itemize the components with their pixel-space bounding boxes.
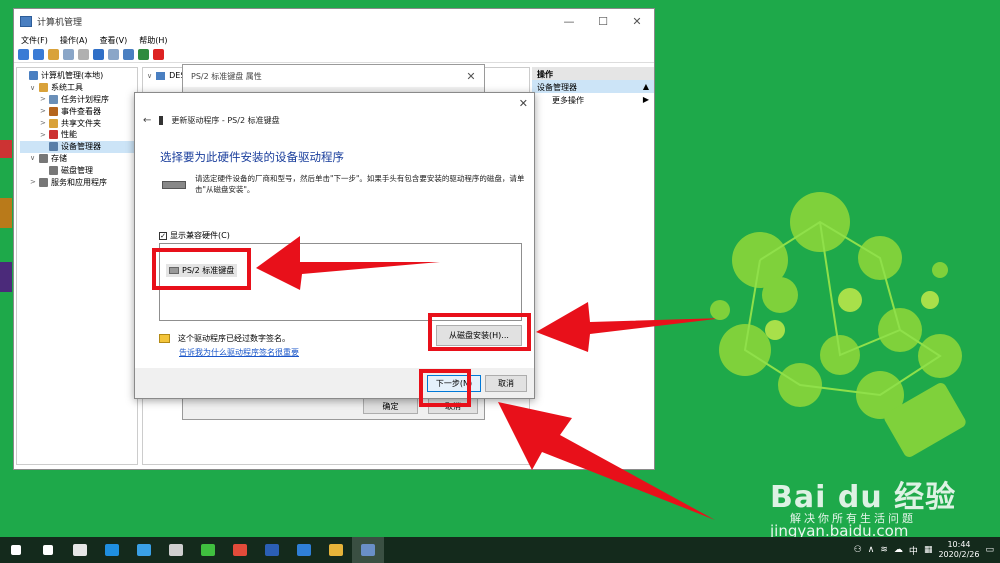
app-box-icon — [169, 544, 183, 556]
wechat-icon — [201, 544, 215, 556]
cloud-icon[interactable]: ☁ — [894, 545, 903, 555]
taskbar-button[interactable] — [160, 537, 192, 563]
network-icon[interactable]: ≋ — [880, 545, 888, 555]
taskbar-button[interactable] — [256, 537, 288, 563]
taskbar: ⚇ ∧ ≋ ☁ 中 ▦ 10:44 2020/2/26 ▭ — [0, 537, 1000, 563]
red-arrow-to-have-disk — [536, 302, 724, 352]
mail-icon — [297, 544, 311, 556]
input-method-indicator[interactable]: 中 — [909, 544, 918, 557]
baidu-watermark: Bai du 经验 解决你所有生活问题 jingyan.baidu.com — [760, 462, 1000, 542]
word-icon — [265, 544, 279, 556]
clock-time: 10:44 — [947, 540, 971, 549]
clock[interactable]: 10:44 2020/2/26 — [938, 540, 979, 560]
taskbar-button[interactable] — [32, 537, 64, 563]
taskbar-button[interactable] — [64, 537, 96, 563]
folder-icon — [329, 544, 343, 556]
taskbar-button[interactable] — [288, 537, 320, 563]
chevron-up-icon[interactable]: ∧ — [868, 545, 875, 555]
taskbar-button[interactable] — [320, 537, 352, 563]
taskbar-button[interactable] — [192, 537, 224, 563]
windows-start-icon — [11, 545, 21, 555]
taskbar-apps — [0, 537, 384, 563]
notification-icon[interactable]: ▭ — [985, 545, 994, 555]
system-tray: ⚇ ∧ ≋ ☁ 中 ▦ 10:44 2020/2/26 ▭ — [854, 537, 1000, 563]
taskbar-button[interactable] — [128, 537, 160, 563]
wps-icon — [233, 544, 247, 556]
red-arrow-to-model — [256, 236, 440, 290]
clock-date: 2020/2/26 — [938, 550, 980, 559]
taskbar-button[interactable] — [352, 537, 384, 563]
red-arrow-to-next — [498, 402, 715, 520]
lightbulb-illustration — [710, 192, 966, 457]
browser-icon — [105, 544, 119, 556]
petal-app-icon — [73, 544, 87, 556]
taskbar-button[interactable] — [224, 537, 256, 563]
taskbar-button[interactable] — [96, 537, 128, 563]
people-icon[interactable]: ⚇ — [854, 545, 862, 555]
keyboard-layout-icon[interactable]: ▦ — [924, 545, 933, 555]
taskbar-button[interactable] — [0, 537, 32, 563]
search-icon — [43, 545, 53, 555]
ie-icon — [137, 544, 151, 556]
computer-management-icon — [361, 544, 375, 556]
